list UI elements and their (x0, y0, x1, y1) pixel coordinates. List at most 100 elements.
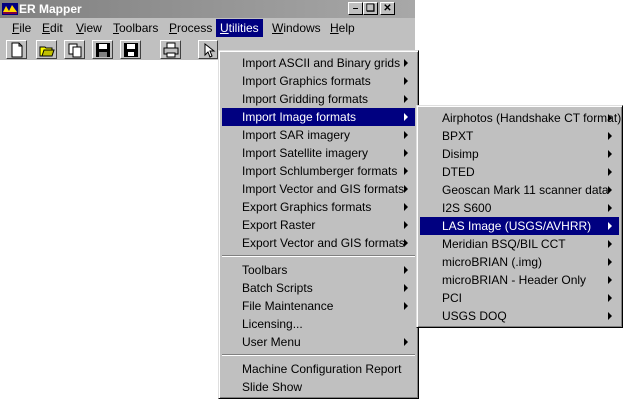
menu-item-licensing[interactable]: Licensing... (222, 315, 415, 333)
submenu-arrow-icon (608, 294, 612, 302)
menu-process[interactable]: Process (165, 20, 216, 36)
pointer-button[interactable] (198, 40, 218, 59)
menu-item-meridian-bsq-bil-cct[interactable]: Meridian BSQ/BIL CCT (420, 235, 619, 253)
menu-item-import-satellite-imagery[interactable]: Import Satellite imagery (222, 144, 415, 162)
menu-item-import-graphics-formats[interactable]: Import Graphics formats (222, 72, 415, 90)
submenu-arrow-icon (404, 284, 408, 292)
menu-item-import-gridding-formats[interactable]: Import Gridding formats (222, 90, 415, 108)
menu-item-user-menu[interactable]: User Menu (222, 333, 415, 351)
copy-button[interactable] (64, 40, 85, 59)
submenu-arrow-icon (608, 240, 612, 248)
menu-item-file-maintenance[interactable]: File Maintenance (222, 297, 415, 315)
submenu-arrow-icon (404, 59, 408, 67)
menu-edit-mnemonic: E (42, 21, 51, 35)
menu-item-import-image-formats[interactable]: Import Image formats (222, 108, 415, 126)
minimize-icon: – (352, 3, 359, 14)
menu-item-microbrian-img[interactable]: microBRIAN (.img) (420, 253, 619, 271)
menu-item-label: Import Satellite imagery (242, 146, 369, 160)
print-button[interactable] (160, 40, 181, 59)
menu-item-airphotos[interactable]: Airphotos (Handshake CT format) (420, 109, 622, 127)
menu-item-export-vector-gis-formats[interactable]: Export Vector and GIS formats (222, 234, 415, 252)
submenu-arrow-icon (404, 221, 408, 229)
menu-utilities[interactable]: Utilities (216, 19, 263, 37)
menu-view[interactable]: View (72, 20, 106, 36)
menu-item-label: LAS Image (USGS/AVHRR) (442, 219, 592, 233)
menu-item-import-sar-imagery[interactable]: Import SAR imagery (222, 126, 415, 144)
maximize-button[interactable]: ❑ (363, 2, 378, 15)
save-button[interactable] (92, 40, 113, 59)
menu-toolbars-label: oolbars (119, 21, 159, 35)
menu-item-i2s-s600[interactable]: I2S S600 (420, 199, 619, 217)
submenu-arrow-icon (404, 302, 408, 310)
menu-item-label: Licensing... (242, 317, 303, 331)
new-icon (11, 42, 23, 58)
menu-edit[interactable]: Edit (38, 20, 67, 36)
restore-icon: ❑ (366, 3, 375, 14)
submenu-arrow-icon (404, 113, 408, 121)
menu-view-mnemonic: V (76, 21, 84, 35)
window-title: ER Mapper (19, 2, 82, 16)
menu-item-toolbars[interactable]: Toolbars (222, 261, 415, 279)
menu-item-label: Airphotos (Handshake CT format) (442, 111, 622, 125)
menu-separator (222, 354, 415, 356)
menu-item-las-image[interactable]: LAS Image (USGS/AVHRR) (420, 217, 619, 235)
submenu-arrow-icon (404, 77, 408, 85)
submenu-arrow-icon (608, 150, 612, 158)
submenu-arrow-icon (404, 239, 408, 247)
menu-item-label: DTED (442, 165, 475, 179)
menu-item-disimp[interactable]: Disimp (420, 145, 619, 163)
close-icon: ✕ (383, 3, 392, 14)
menu-item-label: Slide Show (242, 380, 303, 394)
open-button[interactable] (36, 40, 57, 59)
menu-item-batch-scripts[interactable]: Batch Scripts (222, 279, 415, 297)
save-icon (96, 43, 110, 57)
menu-item-label: Import Schlumberger formats (242, 164, 398, 178)
menu-item-import-schlumberger-formats[interactable]: Import Schlumberger formats (222, 162, 415, 180)
menu-item-label: File Maintenance (242, 299, 334, 313)
menu-item-dted[interactable]: DTED (420, 163, 619, 181)
menu-file[interactable]: File (8, 20, 35, 36)
title-bar[interactable]: ER Mapper – ❑ ✕ (0, 0, 415, 18)
menu-help[interactable]: Help (326, 20, 359, 36)
menu-item-export-raster[interactable]: Export Raster (222, 216, 415, 234)
submenu-arrow-icon (404, 266, 408, 274)
menu-toolbars[interactable]: Toolbars (109, 20, 162, 36)
menu-item-import-ascii-binary-grids[interactable]: Import ASCII and Binary grids (222, 54, 415, 72)
menu-item-slide-show[interactable]: Slide Show (222, 378, 415, 396)
menu-item-label: microBRIAN (.img) (442, 255, 543, 269)
save-as-icon (124, 43, 138, 57)
menu-view-label: iew (83, 21, 102, 35)
save-as-button[interactable] (120, 40, 141, 59)
submenu-arrow-icon (608, 222, 612, 230)
menu-item-import-vector-gis-formats[interactable]: Import Vector and GIS formats (222, 180, 415, 198)
menu-item-label: Export Raster (242, 218, 316, 232)
menu-bar: File Edit View Toolbars Process Utilitie… (0, 18, 415, 38)
submenu-arrow-icon (608, 186, 612, 194)
menu-item-label: Import Vector and GIS formats (242, 182, 405, 196)
new-button[interactable] (6, 40, 27, 59)
menu-item-usgs-doq[interactable]: USGS DOQ (420, 307, 619, 325)
menu-item-geoscan-mark-11[interactable]: Geoscan Mark 11 scanner data (420, 181, 619, 199)
menu-item-bpxt[interactable]: BPXT (420, 127, 619, 145)
menu-item-label: Machine Configuration Report (242, 362, 402, 376)
menu-item-label: Meridian BSQ/BIL CCT (442, 237, 566, 251)
menu-item-microbrian-header-only[interactable]: microBRIAN - Header Only (420, 271, 619, 289)
menu-item-machine-configuration-report[interactable]: Machine Configuration Report (222, 360, 415, 378)
menu-utilities-label: tilities (228, 21, 259, 35)
menu-item-label: USGS DOQ (442, 309, 507, 323)
menu-item-export-graphics-formats[interactable]: Export Graphics formats (222, 198, 415, 216)
menu-windows[interactable]: Windows (268, 20, 325, 36)
menu-item-label: User Menu (242, 335, 301, 349)
minimize-button[interactable]: – (348, 2, 363, 15)
menu-process-mnemonic: P (169, 21, 178, 35)
submenu-arrow-icon (404, 185, 408, 193)
menu-item-pci[interactable]: PCI (420, 289, 619, 307)
menu-edit-label: dit (50, 21, 63, 35)
menu-item-label: microBRIAN - Header Only (442, 273, 587, 287)
menu-item-label: Batch Scripts (242, 281, 313, 295)
submenu-arrow-icon (404, 131, 408, 139)
submenu-arrow-icon (608, 312, 612, 320)
print-icon (163, 42, 179, 58)
close-button[interactable]: ✕ (380, 2, 395, 15)
menu-item-label: BPXT (442, 129, 474, 143)
